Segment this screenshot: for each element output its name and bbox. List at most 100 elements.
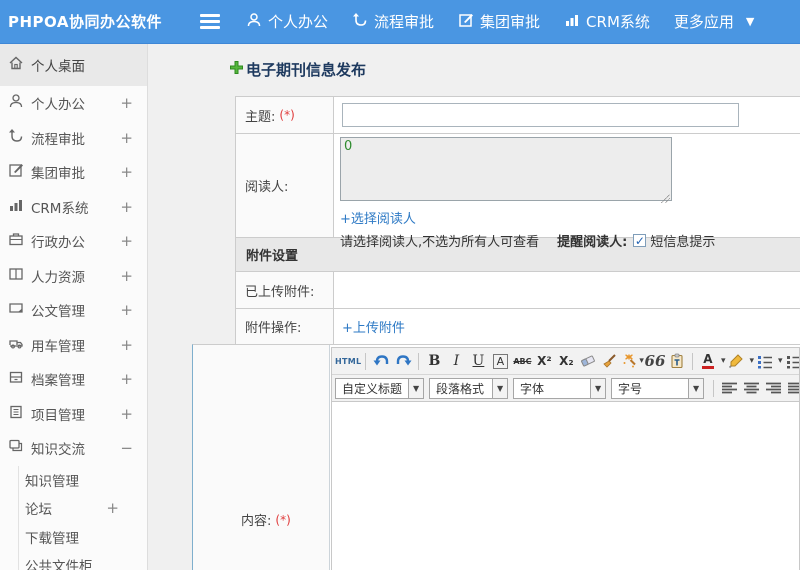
sidebar-item-admin-office[interactable]: 行政办公 +: [0, 224, 147, 259]
custom-heading-dropdown[interactable]: 自定义标题 ▼: [335, 377, 425, 399]
sidebar-item-label: 档案管理: [31, 373, 85, 390]
nav-crm-system[interactable]: CRM系统: [564, 11, 650, 32]
subject-input[interactable]: [342, 103, 739, 127]
paragraph-format-dropdown[interactable]: 段落格式 ▼: [429, 377, 509, 399]
sidebar-item-vehicle-mgmt[interactable]: 用车管理 +: [0, 328, 147, 363]
sidebar-item-label: 集团审批: [31, 166, 85, 183]
remind-readers-label: 提醒阅读人:: [557, 235, 628, 250]
content-row: 内容: (*) HTML B I U A ABC X² X₂ ▾ 66 A ▾ …: [192, 344, 800, 570]
readers-textarea[interactable]: 0: [340, 137, 672, 201]
sidebar: 个人桌面 个人办公 + 流程审批 + 集团审批 + CRM系统 + 行政办公 +: [0, 44, 148, 570]
expand-plus-icon[interactable]: +: [120, 163, 133, 181]
sidebar-item-label: 个人桌面: [31, 59, 85, 75]
page-title: 电子期刊信息发布: [229, 59, 366, 80]
italic-button[interactable]: I: [445, 350, 467, 372]
unordered-list-icon[interactable]: [783, 350, 799, 372]
process-arrow-icon: [352, 12, 374, 32]
sidebar-item-label: 用车管理: [31, 338, 85, 355]
blockquote-button[interactable]: 66: [644, 350, 666, 372]
chat-icon: [8, 438, 31, 458]
expand-plus-icon[interactable]: +: [106, 499, 119, 517]
expand-plus-icon[interactable]: +: [120, 336, 133, 354]
eraser-icon[interactable]: [577, 350, 599, 372]
book-icon: [8, 266, 31, 286]
superscript-button[interactable]: X²: [533, 350, 555, 372]
publish-form: 主题: (*) 阅读人: 0 +选择阅读人 请选择阅读人,不选为所有人可查看 提…: [235, 96, 800, 345]
nav-workflow-approval[interactable]: 流程审批: [352, 11, 434, 32]
rich-text-editor: HTML B I U A ABC X² X₂ ▾ 66 A ▾ ▾ ▾ 自定义标…: [331, 347, 800, 570]
upload-attachment-link[interactable]: +上传附件: [342, 317, 405, 336]
expand-plus-icon[interactable]: +: [120, 267, 133, 285]
align-justify-icon[interactable]: [784, 377, 799, 399]
sidebar-item-public-cabinet[interactable]: 公共文件柜: [19, 551, 147, 570]
nav-more-apps[interactable]: 更多应用 ▼: [674, 11, 754, 32]
select-readers-link[interactable]: +选择阅读人: [340, 208, 416, 227]
expand-plus-icon[interactable]: +: [120, 129, 133, 147]
sidebar-item-desktop[interactable]: 个人桌面: [0, 44, 147, 86]
sidebar-subitem-label: 下载管理: [25, 530, 79, 547]
font-size-dropdown[interactable]: 字号 ▼: [611, 377, 705, 399]
html-source-button[interactable]: HTML: [335, 350, 361, 372]
sidebar-item-forum[interactable]: 论坛 +: [19, 494, 147, 523]
font-color-button[interactable]: A: [697, 350, 719, 372]
car-icon: [8, 335, 31, 355]
sidebar-item-crm[interactable]: CRM系统 +: [0, 190, 147, 225]
magic-wand-icon[interactable]: ▾: [621, 350, 644, 372]
readers-hint: 请选择阅读人,不选为所有人可查看: [340, 235, 540, 250]
sidebar-item-label: 项目管理: [31, 407, 85, 424]
subject-row: 主题: (*): [236, 97, 800, 134]
nav-personal-office[interactable]: 个人办公: [246, 11, 328, 32]
nav-label: 更多应用: [673, 13, 734, 31]
underline-button[interactable]: U: [467, 350, 489, 372]
sidebar-item-archive-mgmt[interactable]: 档案管理 +: [0, 362, 147, 397]
sidebar-item-download-mgmt[interactable]: 下载管理: [19, 523, 147, 552]
chevron-down-icon[interactable]: ▾: [778, 356, 783, 366]
font-size-button[interactable]: A: [489, 350, 511, 372]
sidebar-item-knowledge-mgmt[interactable]: 知识管理: [19, 466, 147, 495]
chevron-down-icon: ▼: [745, 15, 755, 28]
briefcase-icon: [8, 231, 31, 251]
sidebar-item-project-mgmt[interactable]: 项目管理 +: [0, 397, 147, 432]
notebook-icon: [8, 404, 31, 424]
editor-toolbar-row2: 自定义标题 ▼ 段落格式 ▼ 字体 ▼ 字号 ▼: [332, 375, 799, 402]
sidebar-subitem-label: 论坛: [25, 502, 52, 519]
attachment-operation-row: 附件操作: +上传附件: [236, 309, 800, 344]
strikethrough-button[interactable]: ABC: [511, 350, 533, 372]
menu-icon[interactable]: [200, 14, 220, 29]
subject-label: 主题: (*): [236, 97, 334, 133]
expand-plus-icon[interactable]: +: [120, 198, 133, 216]
sidebar-item-hr[interactable]: 人力资源 +: [0, 259, 147, 294]
readers-row: 阅读人: 0 +选择阅读人 请选择阅读人,不选为所有人可查看 提醒阅读人: ✓ …: [236, 134, 800, 250]
expand-plus-icon[interactable]: +: [120, 370, 133, 388]
sidebar-item-label: 知识交流: [31, 442, 85, 459]
sidebar-item-label: 行政办公: [31, 235, 85, 252]
sidebar-item-group-approval[interactable]: 集团审批 +: [0, 155, 147, 190]
subscript-button[interactable]: X₂: [555, 350, 577, 372]
sidebar-item-workflow-approval[interactable]: 流程审批 +: [0, 121, 147, 156]
sidebar-item-label: 流程审批: [31, 131, 85, 148]
expand-plus-icon[interactable]: +: [120, 405, 133, 423]
font-family-dropdown[interactable]: 字体 ▼: [513, 377, 607, 399]
ordered-list-icon[interactable]: [754, 350, 776, 372]
format-brush-icon[interactable]: [599, 350, 621, 372]
sidebar-item-label: 个人办公: [31, 97, 85, 114]
nav-group-approval[interactable]: 集团审批: [458, 11, 540, 32]
sidebar-item-knowledge[interactable]: 知识交流 −: [0, 431, 147, 466]
align-center-icon[interactable]: [740, 377, 762, 399]
sidebar-item-personal-office[interactable]: 个人办公 +: [0, 86, 147, 121]
expand-plus-icon[interactable]: +: [120, 232, 133, 250]
collapse-minus-icon[interactable]: −: [120, 439, 133, 457]
paste-text-icon[interactable]: [666, 350, 688, 372]
undo-button[interactable]: [370, 350, 392, 372]
highlight-color-icon[interactable]: [725, 350, 747, 372]
bold-button[interactable]: B: [423, 350, 445, 372]
redo-button[interactable]: [392, 350, 414, 372]
sidebar-item-label: 人力资源: [31, 269, 85, 286]
editor-content-area[interactable]: [332, 402, 799, 570]
sidebar-item-doc-mgmt[interactable]: 公文管理 +: [0, 293, 147, 328]
align-left-icon[interactable]: [718, 377, 740, 399]
sms-checkbox[interactable]: ✓: [633, 234, 647, 247]
expand-plus-icon[interactable]: +: [120, 301, 133, 319]
expand-plus-icon[interactable]: +: [120, 94, 133, 112]
align-right-icon[interactable]: [762, 377, 784, 399]
